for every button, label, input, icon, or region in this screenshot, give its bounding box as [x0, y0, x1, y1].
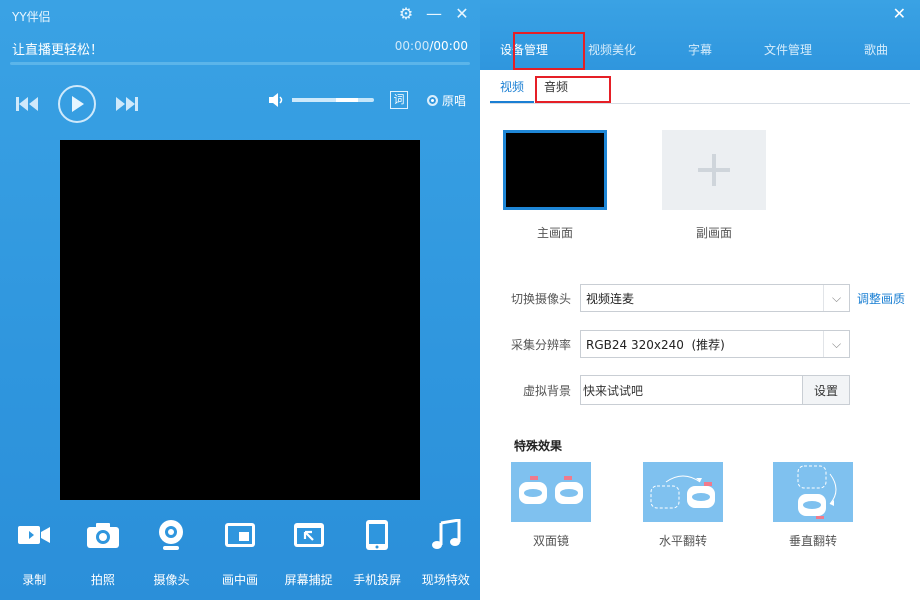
virtual-background-input[interactable]: 快来试试吧 [581, 382, 802, 399]
webcam-icon [159, 520, 184, 550]
playback-progress-bar[interactable] [10, 62, 470, 65]
skip-next-icon [116, 97, 138, 111]
tool-photo[interactable]: 拍照 [69, 515, 138, 588]
resolution-row: 采集分辨率 RGB24 320x240 (推荐) ⌵ [480, 330, 850, 358]
tool-record[interactable]: 录制 [0, 515, 69, 588]
transport-controls [14, 85, 140, 123]
tool-phone-cast[interactable]: 手机投屏 [343, 515, 412, 588]
camera-label: 切换摄像头 [510, 291, 571, 306]
chevron-down-icon[interactable]: ⌵ [823, 331, 849, 357]
background-row: 虚拟背景 快来试试吧 设置 [480, 375, 850, 405]
add-sub-screen-button[interactable] [662, 130, 766, 210]
skip-previous-icon [16, 97, 38, 111]
main-screen-thumbnail[interactable] [503, 130, 607, 210]
original-label: 原唱 [442, 94, 467, 108]
picture-in-picture-icon [225, 523, 256, 547]
original-vocal-toggle[interactable]: 原唱 [427, 92, 466, 109]
play-icon [72, 96, 84, 112]
tab-file-management[interactable]: 文件管理 [744, 41, 832, 58]
phone-icon [366, 520, 389, 550]
previous-button[interactable] [14, 95, 40, 113]
settings-button[interactable]: 设置 [802, 376, 849, 404]
panel-close-icon[interactable]: ✕ [893, 4, 906, 23]
window-controls: ⚙ — ✕ [398, 4, 470, 23]
settings-gear-icon[interactable]: ⚙ [398, 4, 414, 23]
time-total: /00:00 [429, 39, 468, 53]
sub-screen[interactable]: 副画面 [662, 130, 766, 241]
app-window: YY伴侣 ⚙ — ✕ 让直播更轻松！ 00:00/00:00 词 原唱 录制 拍… [0, 0, 920, 600]
time-display: 00:00/00:00 [395, 39, 468, 53]
speaker-icon [269, 93, 283, 107]
effect-vertical-flip[interactable]: 垂直翻转 [773, 462, 853, 549]
volume-slider[interactable] [292, 98, 374, 102]
highlight-box [513, 32, 585, 70]
video-camera-icon [18, 526, 51, 544]
camera-icon [86, 523, 119, 548]
subtab-video[interactable]: 视频 [490, 78, 535, 103]
plus-icon [698, 154, 730, 186]
music-note-icon [431, 519, 461, 549]
lyric-button[interactable]: 词 [390, 91, 408, 109]
volume-knob[interactable] [335, 98, 358, 102]
next-button[interactable] [114, 95, 140, 113]
highlight-box [535, 76, 611, 103]
camera-select[interactable]: 视频连麦 ⌵ [580, 284, 850, 312]
tab-subtitles[interactable]: 字幕 [656, 41, 744, 58]
right-panel: 设备管理 视频美化 字幕 文件管理 歌曲 ✕ 视频 音频 主画面 副画面 切换摄… [480, 0, 920, 600]
app-title: YY伴侣 [12, 10, 51, 24]
main-screen[interactable]: 主画面 [503, 130, 607, 241]
tool-pip[interactable]: 画中画 [206, 515, 275, 588]
vertical-flip-icon[interactable] [773, 462, 853, 522]
main-tab-bar: 设备管理 视频美化 字幕 文件管理 歌曲 ✕ [480, 0, 920, 70]
time-current: 00:00 [394, 39, 430, 53]
horizontal-flip-icon[interactable] [643, 462, 723, 522]
close-icon[interactable]: ✕ [454, 4, 470, 23]
radio-icon[interactable] [427, 95, 438, 106]
camera-row: 切换摄像头 视频连麦 ⌵ 调整画质 [480, 284, 905, 312]
slogan-text: 让直播更轻松！ [12, 43, 104, 58]
tool-live-effects[interactable]: 现场特效 [411, 515, 480, 588]
minimize-icon[interactable]: — [426, 4, 442, 23]
chevron-down-icon[interactable]: ⌵ [823, 285, 849, 311]
resolution-select[interactable]: RGB24 320x240 (推荐) ⌵ [580, 330, 850, 358]
tool-webcam[interactable]: 摄像头 [137, 515, 206, 588]
main-screen-label: 主画面 [536, 226, 573, 240]
tool-bar: 录制 拍照 摄像头 画中画 屏幕捕捉 手机投屏 现场特效 [0, 515, 480, 588]
sub-screen-label: 副画面 [695, 226, 732, 240]
tab-songs[interactable]: 歌曲 [832, 41, 920, 58]
screen-capture-icon [293, 523, 324, 547]
left-panel: YY伴侣 ⚙ — ✕ 让直播更轻松！ 00:00/00:00 词 原唱 录制 拍… [0, 0, 480, 600]
sub-tab-bar: 视频 音频 [490, 70, 910, 104]
mirror-effect-icon[interactable] [511, 462, 591, 522]
effects-title: 特殊效果 [514, 439, 563, 453]
adjust-quality-link[interactable]: 调整画质 [857, 290, 905, 307]
play-button[interactable] [58, 85, 96, 123]
tool-screen-capture[interactable]: 屏幕捕捉 [274, 515, 343, 588]
effect-mirror[interactable]: 双面镜 [511, 462, 591, 549]
resolution-label: 采集分辨率 [510, 337, 571, 352]
virtual-background-field: 快来试试吧 设置 [580, 375, 850, 405]
background-label: 虚拟背景 [522, 383, 571, 398]
video-preview [60, 140, 420, 500]
effect-horizontal-flip[interactable]: 水平翻转 [643, 462, 723, 549]
volume-control [268, 92, 374, 108]
